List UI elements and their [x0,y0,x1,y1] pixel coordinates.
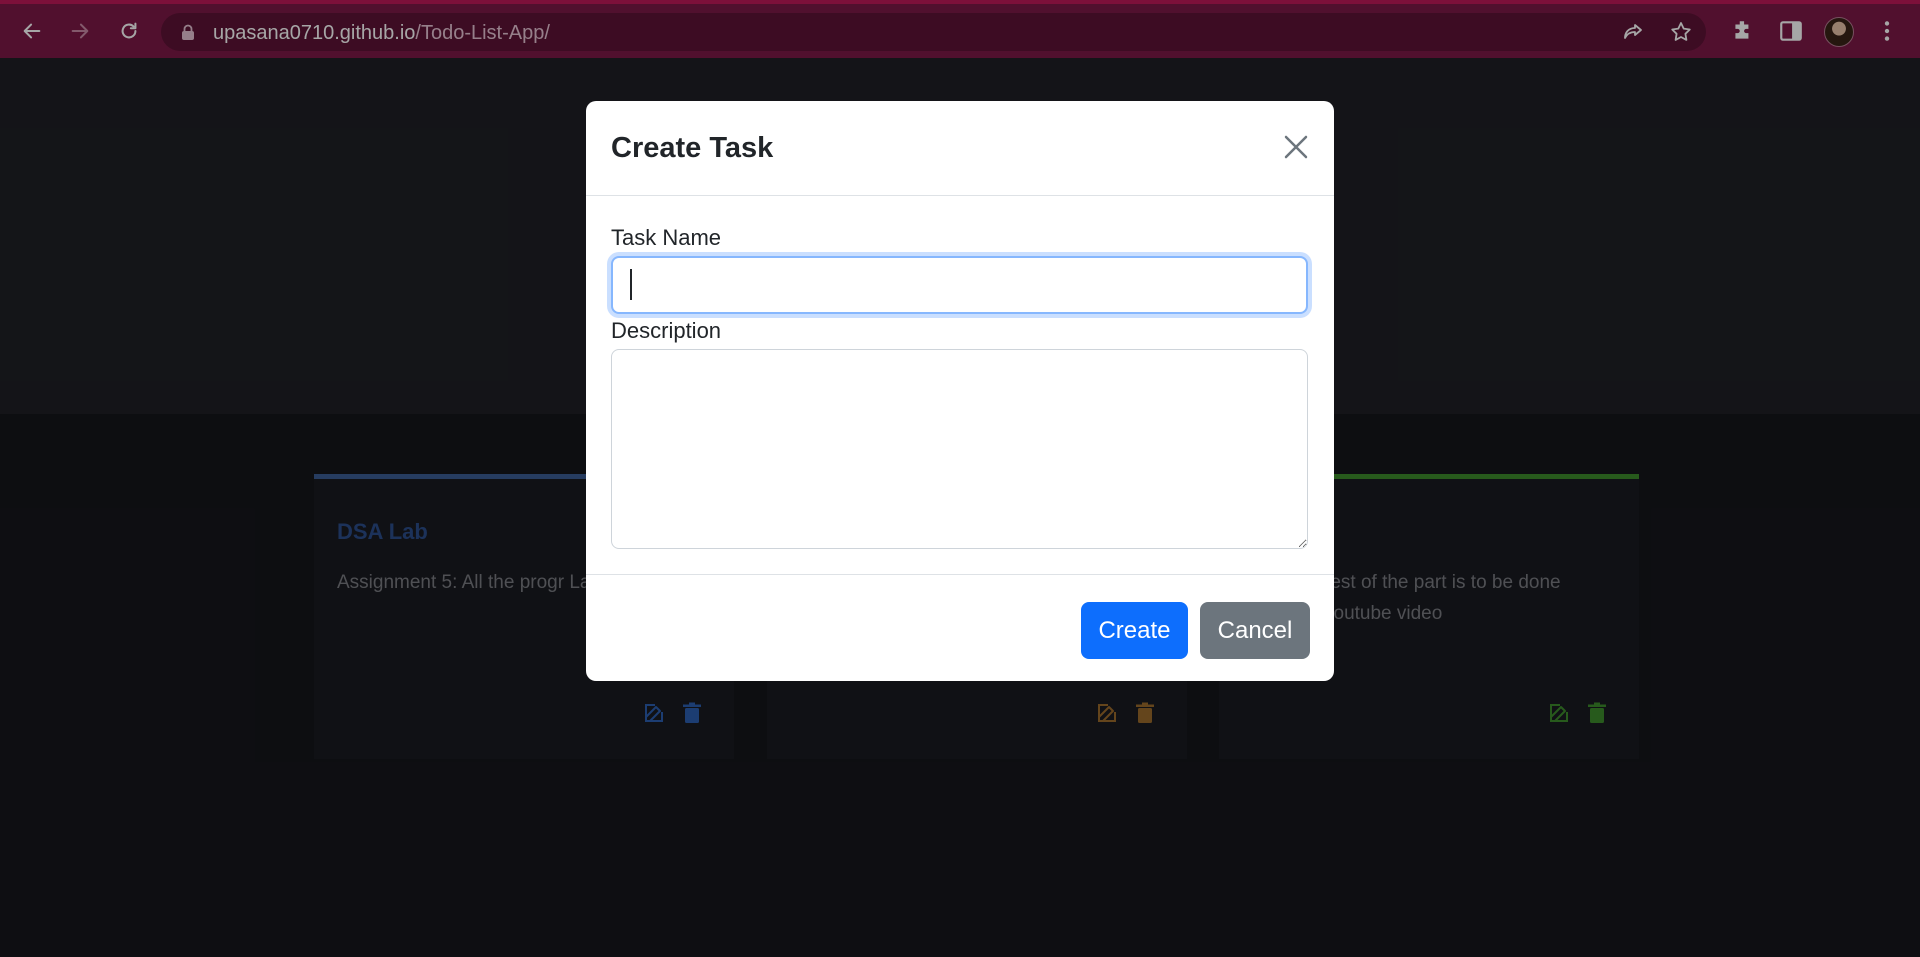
modal-header: Create Task [586,101,1334,196]
description-label: Description [611,318,722,343]
modal-title: Create Task [611,132,774,164]
description-textarea[interactable] [611,349,1308,549]
task-name-label: Task Name [611,225,722,250]
close-button[interactable] [1278,129,1314,165]
close-icon [1284,135,1308,159]
create-button[interactable]: Create [1081,602,1188,659]
text-caret [630,269,632,300]
create-task-modal: Create Task Task Name Description Create… [586,101,1334,681]
cancel-button[interactable]: Cancel [1200,602,1310,659]
task-name-input[interactable] [611,256,1308,314]
modal-footer: Create Cancel [586,574,1334,681]
